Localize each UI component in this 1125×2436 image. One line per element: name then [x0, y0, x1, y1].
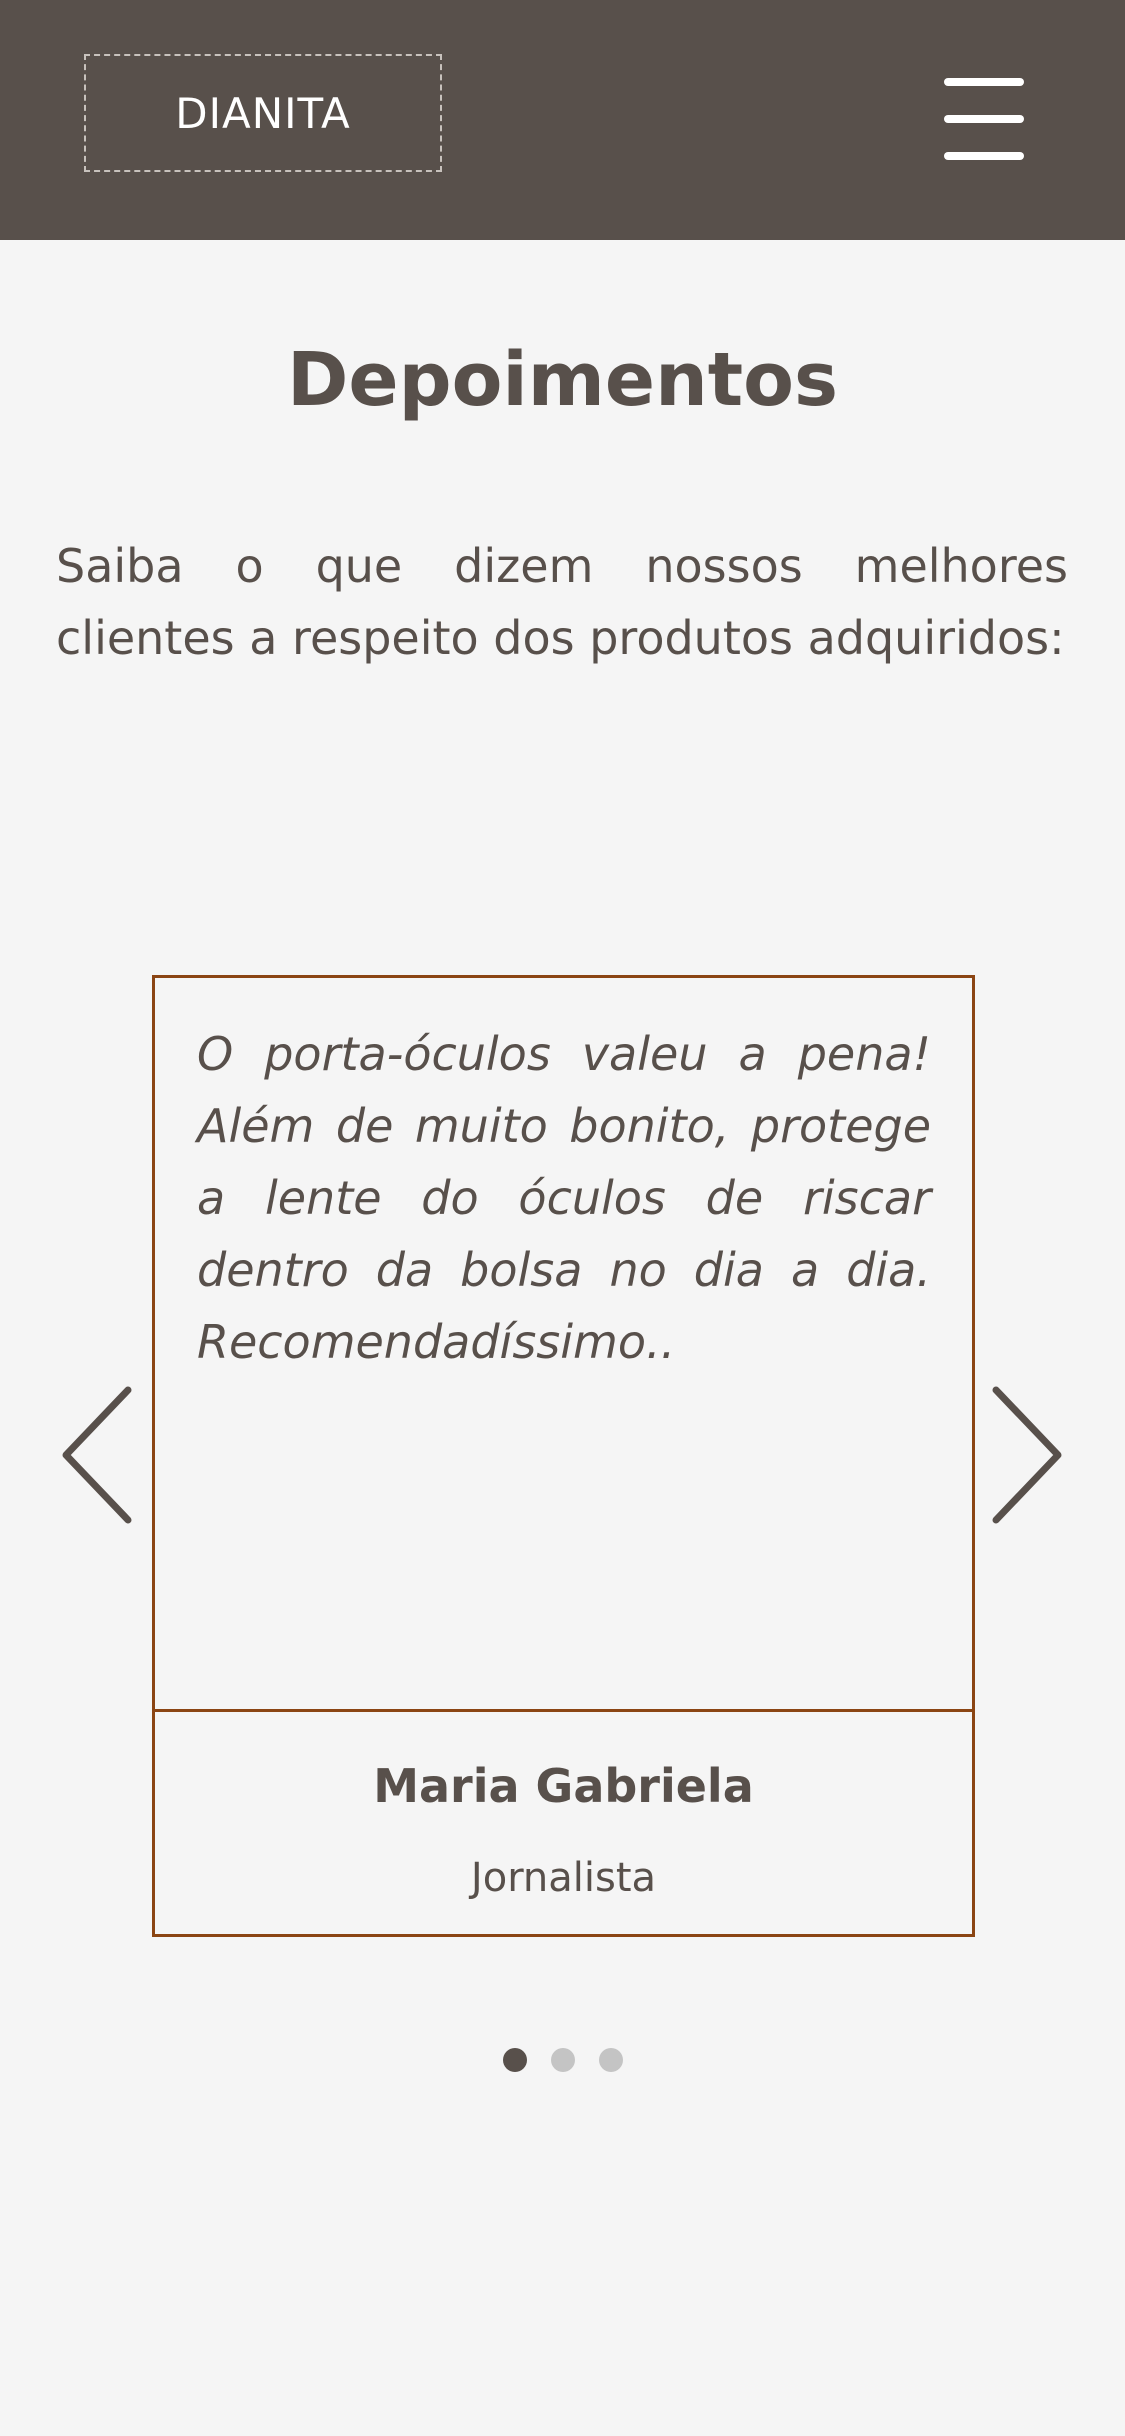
section-intro: Saiba o que dizem nossos melhores client…	[56, 539, 1068, 665]
section-title: Depoimentos	[286, 337, 839, 423]
carousel-dot-3[interactable]	[598, 2048, 623, 2072]
testimonial-quote: O porta-óculos valeu a pena! Além de mui…	[197, 1027, 931, 1369]
menu-bar-top	[944, 78, 1024, 86]
logo[interactable]: DIANITA	[84, 54, 442, 172]
site-header: DIANITA	[0, 0, 1125, 240]
testimonial-author: Maria Gabriela	[373, 1759, 754, 1813]
testimonial-card: O porta-óculos valeu a pena! Além de mui…	[152, 975, 975, 1937]
chevron-right-icon[interactable]	[982, 1380, 1072, 1530]
menu-bar-middle	[944, 115, 1024, 123]
testimonial-role: Jornalista	[470, 1855, 657, 1901]
carousel-dot-1[interactable]	[502, 2048, 527, 2072]
menu-bar-bottom	[944, 152, 1024, 160]
logo-text: DIANITA	[175, 88, 351, 138]
hamburger-menu-icon[interactable]	[944, 76, 1024, 162]
carousel-pagination	[0, 2048, 1125, 2072]
carousel-dot-2[interactable]	[550, 2048, 575, 2072]
chevron-left-icon[interactable]	[52, 1380, 142, 1530]
card-divider	[155, 1709, 972, 1712]
